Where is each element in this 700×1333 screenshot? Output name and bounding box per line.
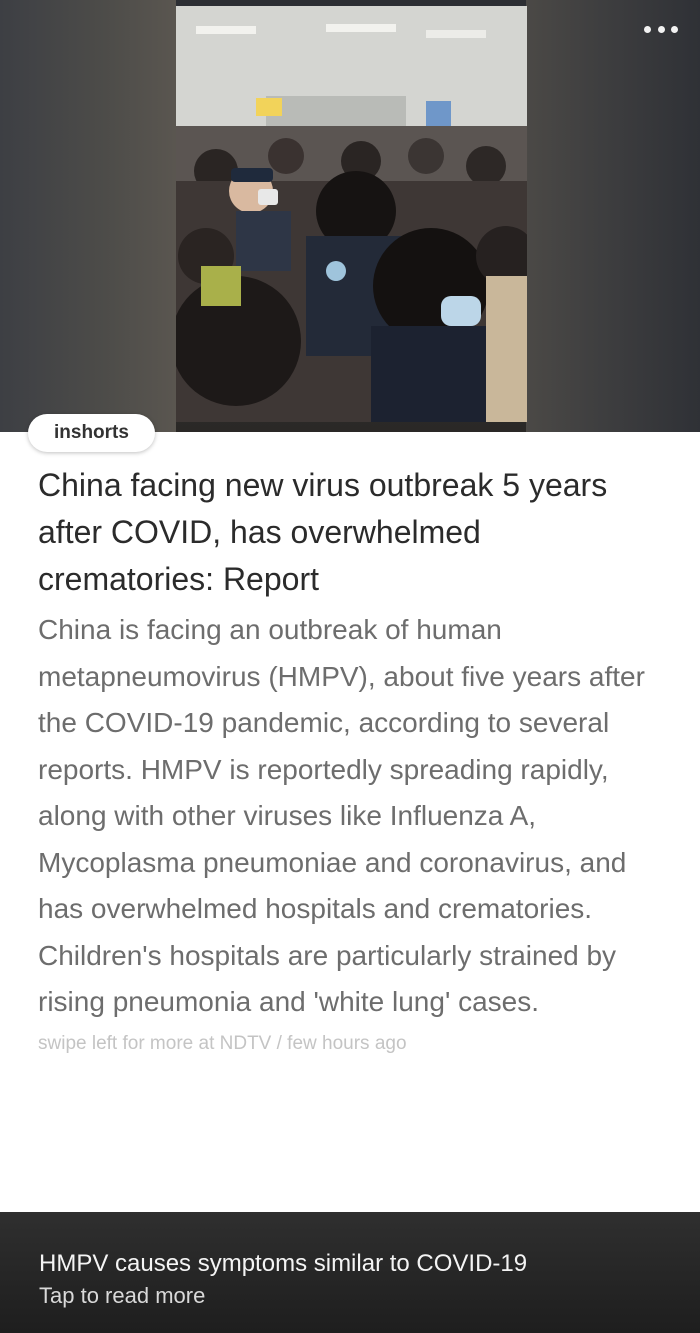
article-source-meta[interactable]: swipe left for more at NDTV / few hours … xyxy=(38,1030,658,1058)
article-headline: China facing new virus outbreak 5 years … xyxy=(38,467,608,597)
news-photo xyxy=(176,6,527,422)
article-content: China facing new virus outbreak 5 years … xyxy=(38,462,658,1058)
crowd-photo-illustration xyxy=(176,6,527,422)
news-card-screen: inshorts China facing new virus outbreak… xyxy=(0,0,700,1333)
more-options-button[interactable] xyxy=(644,20,678,38)
hero-blurred-backdrop-left xyxy=(0,0,176,432)
read-more-link[interactable]: Tap to read more xyxy=(39,1280,700,1312)
source-badge[interactable]: inshorts xyxy=(28,414,155,452)
more-dot-icon xyxy=(644,25,651,33)
more-dot-icon xyxy=(671,25,678,33)
article-body: China is facing an outbreak of human met… xyxy=(38,614,645,1017)
hero-blurred-backdrop-right xyxy=(526,0,700,432)
hero-image-area[interactable] xyxy=(0,0,700,432)
more-dot-icon xyxy=(657,25,665,33)
read-more-title: HMPV causes symptoms similar to COVID-19 xyxy=(39,1250,528,1277)
read-more-banner[interactable]: HMPV causes symptoms similar to COVID-19… xyxy=(0,1212,700,1333)
